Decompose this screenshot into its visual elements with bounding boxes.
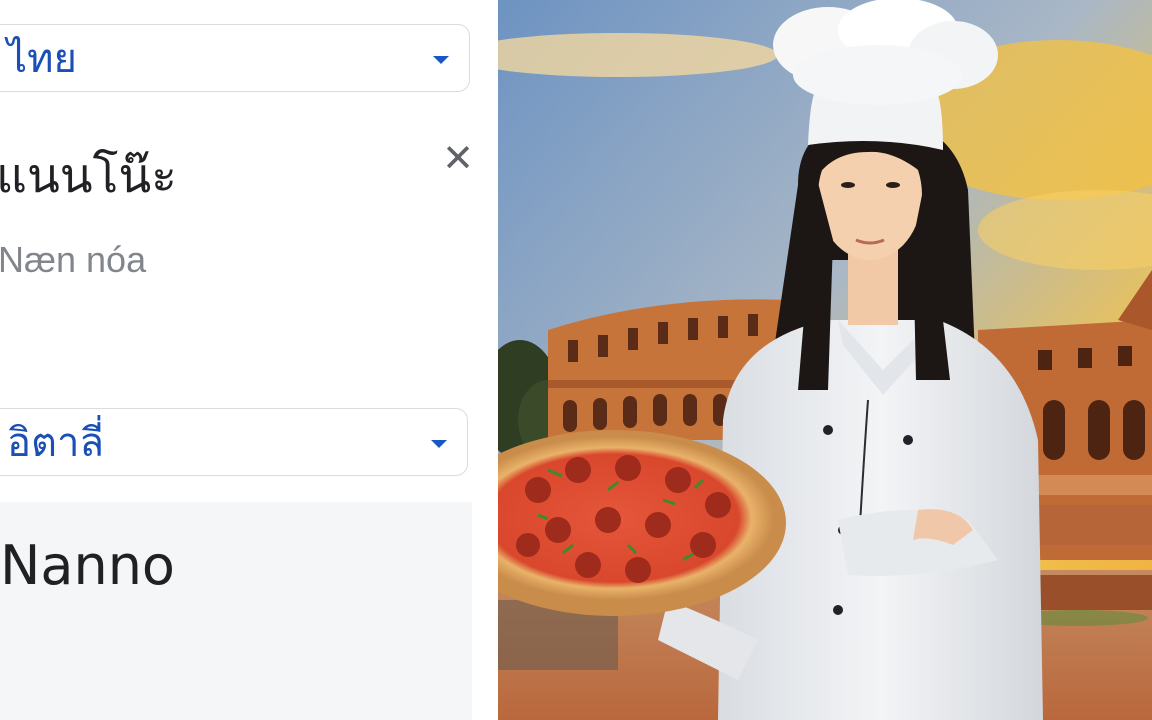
source-text-input[interactable]: แนนโน๊ะ	[0, 146, 177, 206]
chevron-down-icon	[431, 440, 447, 448]
clear-text-button[interactable]: ✕	[442, 139, 474, 177]
target-language-label: อิตาลี่	[7, 420, 104, 466]
translation-output: Nanno	[0, 502, 472, 720]
target-language-select[interactable]: อิตาลี่	[0, 408, 468, 476]
source-language-label: ไทย	[7, 36, 77, 82]
chevron-down-icon	[433, 56, 449, 64]
translator-panel: ไทย แนนโน๊ะ ✕ Næn nóa อิตาลี่ Nanno	[0, 0, 498, 720]
translation-text: Nanno	[0, 534, 175, 597]
source-transliteration: Næn nóa	[0, 239, 147, 280]
chef-with-pizza-image	[498, 0, 1152, 720]
source-language-select[interactable]: ไทย	[0, 24, 470, 92]
scene-illustration	[498, 0, 1152, 720]
